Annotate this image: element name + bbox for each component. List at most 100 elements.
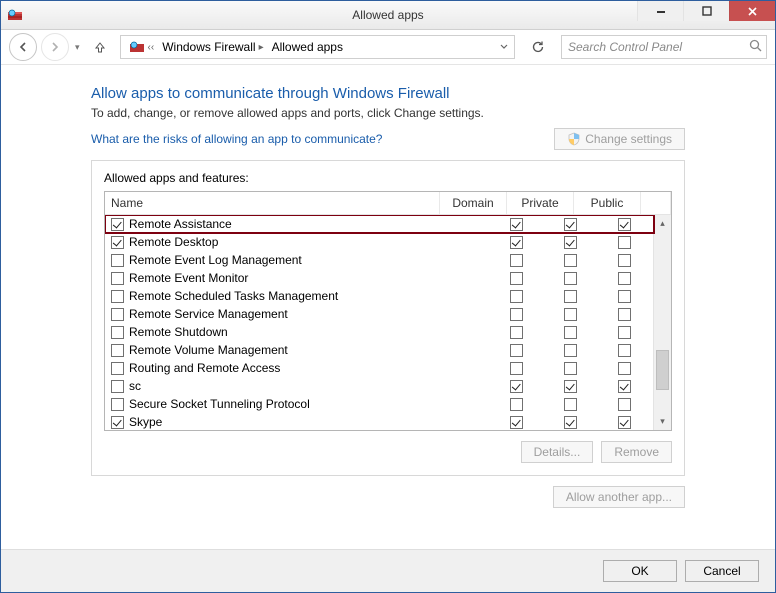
domain-checkbox[interactable]: [510, 218, 523, 231]
breadcrumb-part-allowed[interactable]: Allowed apps: [268, 36, 347, 58]
private-checkbox[interactable]: [564, 362, 577, 375]
scroll-up-button[interactable]: ▴: [654, 215, 671, 232]
enable-checkbox[interactable]: [111, 254, 124, 267]
private-checkbox[interactable]: [564, 218, 577, 231]
domain-checkbox[interactable]: [510, 344, 523, 357]
private-checkbox[interactable]: [564, 380, 577, 393]
enable-checkbox[interactable]: [111, 398, 124, 411]
breadcrumb-part-firewall[interactable]: Windows Firewall ▸: [158, 36, 267, 58]
private-checkbox[interactable]: [564, 272, 577, 285]
risk-row: What are the risks of allowing an app to…: [91, 128, 685, 150]
close-button[interactable]: [729, 1, 775, 21]
domain-checkbox[interactable]: [510, 362, 523, 375]
domain-checkbox[interactable]: [510, 254, 523, 267]
app-row[interactable]: Routing and Remote Access: [105, 359, 654, 377]
risk-link[interactable]: What are the risks of allowing an app to…: [91, 132, 382, 146]
breadcrumb-root-icon[interactable]: ‹‹: [125, 36, 159, 58]
breadcrumb-dropdown[interactable]: [496, 38, 512, 56]
private-checkbox[interactable]: [564, 236, 577, 249]
up-button[interactable]: [90, 37, 110, 57]
private-checkbox[interactable]: [564, 308, 577, 321]
ok-button[interactable]: OK: [603, 560, 677, 582]
allow-another-app-button[interactable]: Allow another app...: [553, 486, 685, 508]
enable-checkbox[interactable]: [111, 308, 124, 321]
public-cell: [600, 290, 654, 303]
public-checkbox[interactable]: [618, 398, 631, 411]
maximize-button[interactable]: [683, 1, 729, 21]
app-row[interactable]: Remote Service Management: [105, 305, 654, 323]
public-checkbox[interactable]: [618, 362, 631, 375]
domain-checkbox[interactable]: [510, 416, 523, 429]
breadcrumb[interactable]: ‹‹ Windows Firewall ▸ Allowed apps: [120, 35, 515, 59]
domain-checkbox[interactable]: [510, 380, 523, 393]
app-row[interactable]: Remote Assistance: [105, 215, 654, 233]
app-name: Routing and Remote Access: [129, 361, 492, 375]
private-checkbox[interactable]: [564, 254, 577, 267]
page-heading: Allow apps to communicate through Window…: [91, 85, 685, 102]
public-checkbox[interactable]: [618, 344, 631, 357]
details-button[interactable]: Details...: [521, 441, 594, 463]
public-cell: [600, 218, 654, 231]
scroll-track[interactable]: [654, 232, 671, 413]
enable-checkbox[interactable]: [111, 290, 124, 303]
public-checkbox[interactable]: [618, 326, 631, 339]
column-domain[interactable]: Domain: [440, 192, 507, 214]
public-checkbox[interactable]: [618, 218, 631, 231]
enable-checkbox[interactable]: [111, 380, 124, 393]
private-checkbox[interactable]: [564, 344, 577, 357]
public-checkbox[interactable]: [618, 290, 631, 303]
search-box[interactable]: [561, 35, 767, 59]
app-row[interactable]: Secure Socket Tunneling Protocol: [105, 395, 654, 413]
enable-checkbox[interactable]: [111, 272, 124, 285]
domain-checkbox[interactable]: [510, 290, 523, 303]
minimize-button[interactable]: [637, 1, 683, 21]
back-button[interactable]: [9, 33, 37, 61]
app-row[interactable]: Remote Event Monitor: [105, 269, 654, 287]
breadcrumb-label: Allowed apps: [272, 40, 343, 54]
domain-checkbox[interactable]: [510, 272, 523, 285]
scroll-down-button[interactable]: ▾: [654, 413, 671, 430]
change-settings-button[interactable]: Change settings: [554, 128, 685, 150]
private-checkbox[interactable]: [564, 398, 577, 411]
public-checkbox[interactable]: [618, 272, 631, 285]
cancel-button[interactable]: Cancel: [685, 560, 759, 582]
allow-row: Allow another app...: [91, 486, 685, 508]
domain-checkbox[interactable]: [510, 326, 523, 339]
public-checkbox[interactable]: [618, 416, 631, 429]
history-chevron-icon[interactable]: ▾: [75, 42, 80, 53]
public-cell: [600, 362, 654, 375]
enable-checkbox[interactable]: [111, 218, 124, 231]
forward-button[interactable]: [41, 33, 69, 61]
public-checkbox[interactable]: [618, 236, 631, 249]
scrollbar[interactable]: ▴ ▾: [653, 215, 671, 430]
app-row[interactable]: Skype: [105, 413, 654, 430]
app-row[interactable]: sc: [105, 377, 654, 395]
app-row[interactable]: Remote Volume Management: [105, 341, 654, 359]
refresh-button[interactable]: [525, 34, 551, 60]
app-row[interactable]: Remote Event Log Management: [105, 251, 654, 269]
app-name: Remote Desktop: [129, 235, 492, 249]
app-row[interactable]: Remote Scheduled Tasks Management: [105, 287, 654, 305]
enable-checkbox[interactable]: [111, 344, 124, 357]
remove-button[interactable]: Remove: [601, 441, 672, 463]
domain-checkbox[interactable]: [510, 398, 523, 411]
search-input[interactable]: [566, 39, 745, 55]
public-checkbox[interactable]: [618, 254, 631, 267]
column-private[interactable]: Private: [507, 192, 574, 214]
app-row[interactable]: Remote Shutdown: [105, 323, 654, 341]
domain-checkbox[interactable]: [510, 308, 523, 321]
enable-checkbox[interactable]: [111, 362, 124, 375]
public-checkbox[interactable]: [618, 380, 631, 393]
enable-checkbox[interactable]: [111, 416, 124, 429]
column-name[interactable]: Name: [105, 192, 440, 214]
column-public[interactable]: Public: [574, 192, 641, 214]
enable-checkbox[interactable]: [111, 236, 124, 249]
domain-checkbox[interactable]: [510, 236, 523, 249]
private-checkbox[interactable]: [564, 326, 577, 339]
private-checkbox[interactable]: [564, 416, 577, 429]
public-checkbox[interactable]: [618, 308, 631, 321]
private-checkbox[interactable]: [564, 290, 577, 303]
scroll-thumb[interactable]: [656, 350, 669, 390]
app-row[interactable]: Remote Desktop: [105, 233, 654, 251]
enable-checkbox[interactable]: [111, 326, 124, 339]
